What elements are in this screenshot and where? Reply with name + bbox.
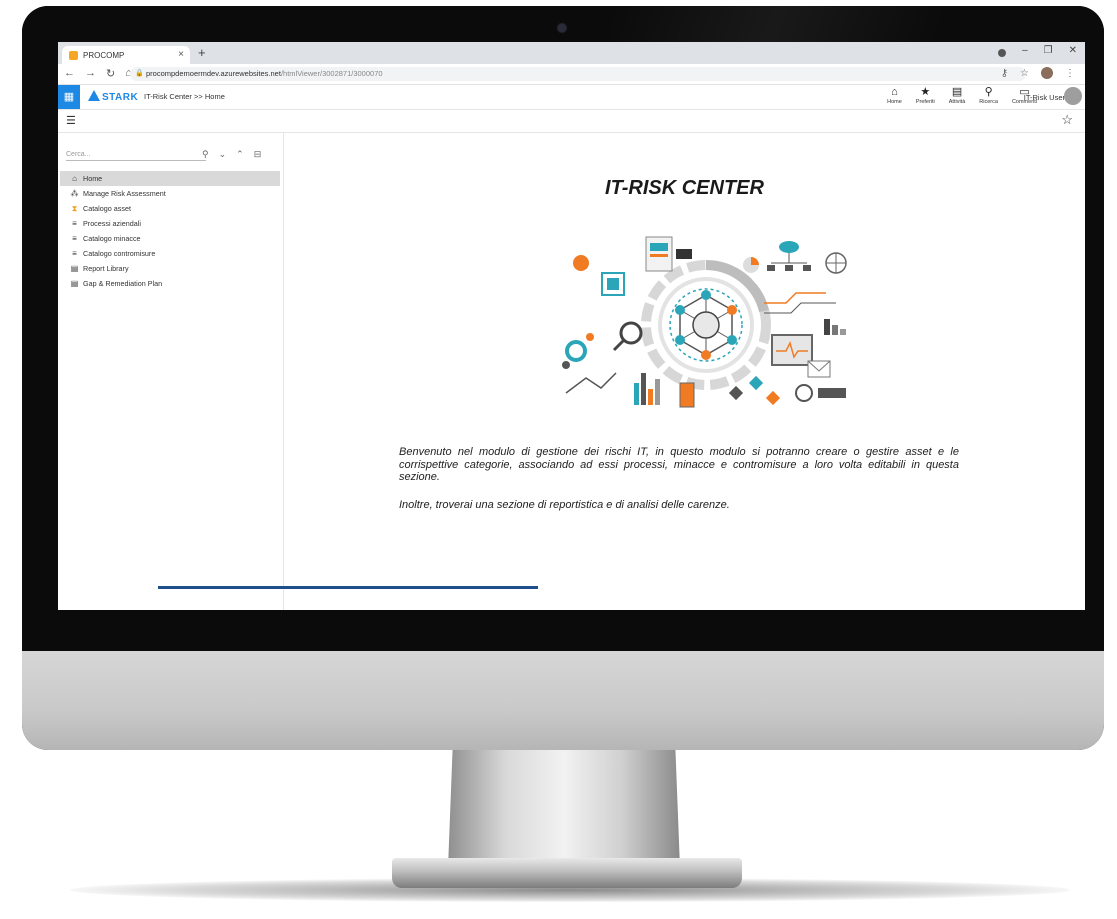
tab-close-button[interactable]: × xyxy=(178,49,184,60)
forward-icon[interactable]: → xyxy=(85,67,96,80)
list-icon: ≡ xyxy=(72,249,77,258)
maximize-button[interactable]: ❐ xyxy=(1044,45,1053,57)
browser-tabbar: PROCOMP × + – ❐ ✕ xyxy=(58,42,1085,64)
sidebar-item-catalogo-asset[interactable]: ⧗ Catalogo asset xyxy=(60,201,280,216)
nav-buttons: ← → ↻ ⌂ xyxy=(64,67,132,80)
address-toolbar: ← → ↻ ⌂ 🔒 procompdemoermdev.azurewebsite… xyxy=(58,64,1085,85)
chevron-down-icon[interactable]: ⌄ xyxy=(219,149,227,160)
monitor-stand xyxy=(448,748,680,868)
key-icon[interactable]: ⚷ xyxy=(1001,68,1008,79)
browser-actions: ⚷ ☆ ⋮ xyxy=(1001,67,1075,79)
tool-favorites-button[interactable]: ★ Preferiti xyxy=(916,86,935,105)
app-tools: ⌂ Home ★ Preferiti ▤ Attività ⚲ Ricerca ▭ Com… xyxy=(887,86,1037,105)
close-window-button[interactable]: ✕ xyxy=(1069,45,1077,57)
star-icon: ★ xyxy=(920,86,931,98)
tool-search-button[interactable]: ⚲ Ricerca xyxy=(979,86,998,105)
sidebar-item-report-library[interactable]: ▤ Report Library xyxy=(60,261,280,276)
menu-toggle-icon[interactable]: ☰ xyxy=(66,114,76,127)
tool-activities-button[interactable]: ▤ Attività xyxy=(949,86,966,105)
favicon-icon xyxy=(69,51,78,60)
minimize-button[interactable]: – xyxy=(1022,45,1028,57)
reload-icon[interactable]: ↻ xyxy=(106,67,115,80)
webcam-icon xyxy=(558,24,566,32)
tool-home-button[interactable]: ⌂ Home xyxy=(887,86,902,105)
search-icon[interactable]: ⚲ xyxy=(202,149,209,160)
favorite-star-icon[interactable]: ☆ xyxy=(1061,112,1073,128)
tab-title: PROCOMP xyxy=(83,51,125,60)
sidebar-item-gap-remediation-plan[interactable]: ▤ Gap & Remediation Plan xyxy=(60,276,280,291)
url-path: /htmlViewer/3002871/3000070 xyxy=(280,69,383,78)
browser-menu-icon[interactable]: ⋮ xyxy=(1065,68,1075,79)
document-icon: ▤ xyxy=(70,279,79,288)
app-grid-icon[interactable]: ▦ xyxy=(58,85,80,109)
hourglass-icon: ⧗ xyxy=(71,204,78,213)
user-avatar[interactable] xyxy=(1064,87,1082,105)
search-icon: ⚲ xyxy=(984,86,993,98)
bookmark-star-icon[interactable]: ☆ xyxy=(1020,68,1029,79)
sidebar-item-home[interactable]: ⌂ Home xyxy=(60,171,280,186)
monitor-chin xyxy=(22,651,1104,750)
logo-icon xyxy=(88,90,100,101)
sidebar-item-manage-risk-assessment[interactable]: ⁂ Manage Risk Assessment xyxy=(60,186,280,201)
breadcrumb: IT-Risk Center >> Home xyxy=(144,92,225,101)
page-title: IT-RISK CENTER xyxy=(605,177,764,199)
it-risk-illustration xyxy=(562,236,847,408)
window-controls: – ❐ ✕ xyxy=(998,45,1077,57)
stark-logo[interactable]: STARK xyxy=(88,90,138,103)
browser-avatar[interactable] xyxy=(1041,67,1053,79)
home-icon: ⌂ xyxy=(891,86,898,98)
info-paragraph: Inoltre, troverai una sezione di reporti… xyxy=(399,499,730,511)
network-icon: ⁂ xyxy=(70,189,79,198)
browser-tab[interactable]: PROCOMP × xyxy=(62,46,190,64)
lock-icon: 🔒 xyxy=(135,70,144,77)
url-bar[interactable]: 🔒 procompdemoermdev.azurewebsites.net/ht… xyxy=(130,67,1026,81)
sidebar-item-catalogo-contromisure[interactable]: ≡ Catalogo contromisure xyxy=(60,246,280,261)
search-controls: ⚲ ⌄ ⌃ ⊟ xyxy=(202,149,261,160)
home-icon: ⌂ xyxy=(72,174,77,183)
chevron-up-icon[interactable]: ⌃ xyxy=(236,149,244,160)
sidebar-menu: ⌂ Home ⁂ Manage Risk Assessment ⧗ Catalogo … xyxy=(60,171,280,291)
clipboard-icon: ▤ xyxy=(951,86,963,98)
user-name[interactable]: IT-Risk User xyxy=(1024,93,1065,102)
collapse-icon[interactable]: ⊟ xyxy=(254,149,262,160)
welcome-paragraph: Benvenuto nel modulo di gestione dei ris… xyxy=(399,446,959,483)
profile-icon[interactable] xyxy=(998,49,1007,57)
screen: PROCOMP × + – ❐ ✕ ← → ↻ ⌂ 🔒 procompdemoe… xyxy=(58,42,1085,610)
sidebar-item-processi-aziendali[interactable]: ≡ Processi aziendali xyxy=(60,216,280,231)
list-icon: ≡ xyxy=(72,219,77,228)
sidebar: Cerca... ⚲ ⌄ ⌃ ⊟ ⌂ Home ⁂ Manage Risk Asse… xyxy=(58,133,284,610)
main-content: IT-RISK CENTER Benvenuto nel modulo di g… xyxy=(284,133,1085,610)
search-input[interactable]: Cerca... xyxy=(66,151,206,161)
url-domain: procompdemoermdev.azurewebsites.net xyxy=(146,69,281,78)
list-icon: ≡ xyxy=(72,234,77,243)
sidebar-item-catalogo-minacce[interactable]: ≡ Catalogo minacce xyxy=(60,231,280,246)
back-icon[interactable]: ← xyxy=(64,67,75,80)
document-icon: ▤ xyxy=(70,264,79,273)
monitor-stand-base xyxy=(392,858,742,888)
secondary-toolbar: ☰ ☆ xyxy=(58,110,1085,133)
new-tab-button[interactable]: + xyxy=(198,45,206,60)
app-header: ▦ STARK IT-Risk Center >> Home ⌂ Home ★ Pr… xyxy=(58,85,1085,110)
